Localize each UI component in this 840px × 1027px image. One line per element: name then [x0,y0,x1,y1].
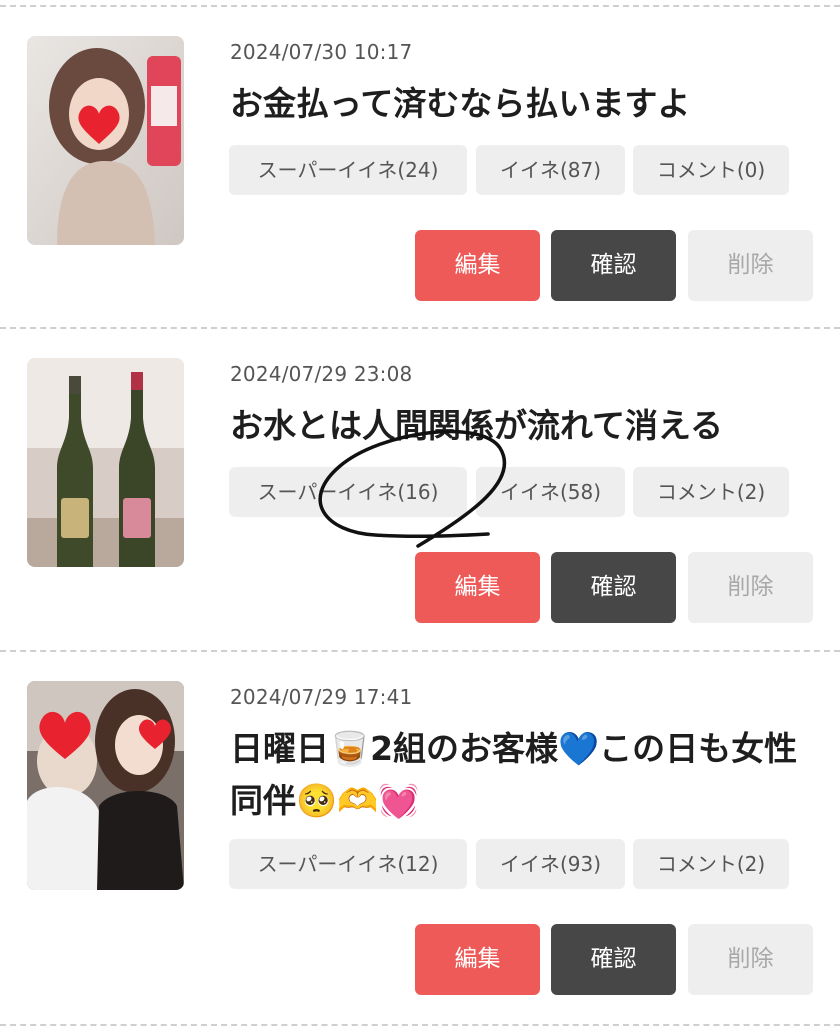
like-tag[interactable]: イイネ(87) [476,145,625,195]
delete-button[interactable]: 削除 [688,924,813,995]
post-item: 2024/07/30 10:17 お金払って済むなら払いますよ スーパーイイネ(… [0,36,840,306]
post-item: 2024/07/29 23:08 お水とは人間関係が流れて消える スーパーイイネ… [0,358,840,628]
post-title: 日曜日🥃2組のお客様💙この日も女性同伴🥺🫶💓 [230,729,798,820]
comment-tag[interactable]: コメント(0) [633,145,789,195]
like-tag[interactable]: イイネ(58) [476,467,625,517]
post-title: お金払って済むなら払いますよ [230,84,691,123]
post-date: 2024/07/30 10:17 [230,40,413,64]
super-like-tag[interactable]: スーパーイイネ(24) [229,145,467,195]
post-date: 2024/07/29 17:41 [230,685,413,709]
champagne-bottles-icon [27,358,184,567]
check-button[interactable]: 確認 [551,924,676,995]
edit-button[interactable]: 編集 [415,552,540,623]
comment-tag[interactable]: コメント(2) [633,467,789,517]
like-tag[interactable]: イイネ(93) [476,839,625,889]
friends-photo-icon [27,681,184,890]
super-like-tag[interactable]: スーパーイイネ(12) [229,839,467,889]
check-button[interactable]: 確認 [551,230,676,301]
selfie-photo-icon [27,36,184,245]
delete-button[interactable]: 削除 [688,230,813,301]
post-title: お水とは人間関係が流れて消える [230,406,724,445]
post-thumbnail[interactable] [27,36,184,245]
edit-button[interactable]: 編集 [415,924,540,995]
delete-button[interactable]: 削除 [688,552,813,623]
check-button[interactable]: 確認 [551,552,676,623]
bottom-divider [0,1024,840,1026]
post-item: 2024/07/29 17:41 日曜日🥃2組のお客様💙この日も女性同伴🥺🫶💓 … [0,681,840,1001]
post-thumbnail[interactable] [27,358,184,567]
post-divider [0,650,840,652]
comment-tag[interactable]: コメント(2) [633,839,789,889]
post-thumbnail[interactable] [27,681,184,890]
edit-button[interactable]: 編集 [415,230,540,301]
post-date: 2024/07/29 23:08 [230,362,413,386]
super-like-tag[interactable]: スーパーイイネ(16) [229,467,467,517]
top-divider [0,5,840,7]
post-divider [0,327,840,329]
